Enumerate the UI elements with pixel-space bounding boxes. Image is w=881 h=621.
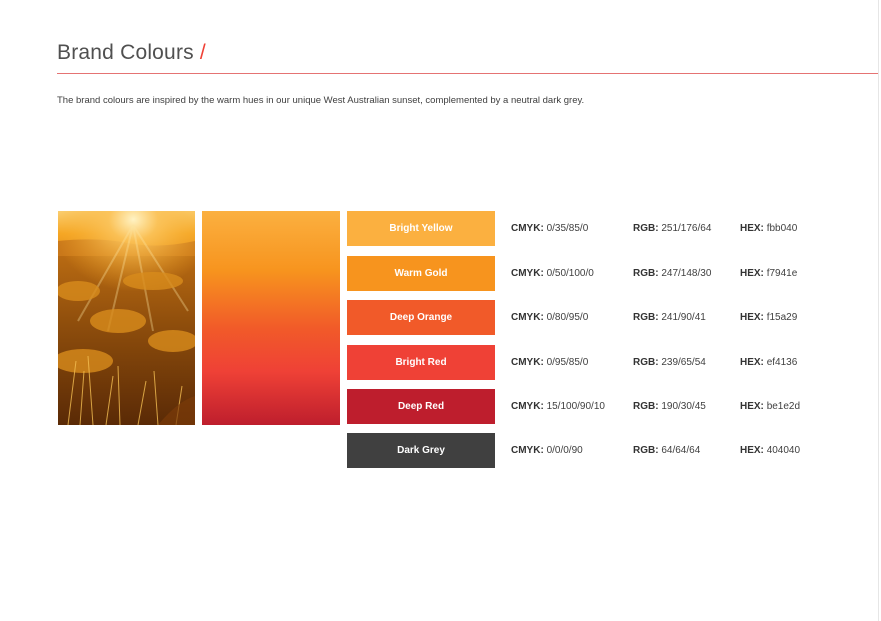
rgb-text: 251/176/64 [661, 223, 712, 234]
colour-swatch: Bright Yellow [347, 211, 495, 246]
hex-label: HEX: [740, 312, 764, 323]
cmyk-text: 0/0/0/90 [546, 445, 583, 456]
cmyk-label: CMYK: [511, 357, 544, 368]
cmyk-text: 0/80/95/0 [546, 312, 589, 323]
hex-text: f7941e [766, 268, 798, 279]
colour-swatch: Dark Grey [347, 433, 495, 468]
hex-value: HEX: be1e2d [740, 401, 800, 412]
rgb-text: 241/90/41 [661, 312, 706, 323]
cmyk-value: CMYK: 0/50/100/0 [511, 268, 594, 279]
colour-swatch: Deep Red [347, 389, 495, 424]
rgb-text: 190/30/45 [661, 401, 706, 412]
swatch-name: Warm Gold [394, 268, 448, 279]
intro-text: The brand colours are inspired by the wa… [57, 95, 585, 106]
swatch-name: Deep Red [397, 401, 445, 412]
hex-text: be1e2d [766, 401, 801, 412]
rgb-text: 64/64/64 [661, 445, 701, 456]
cmyk-label: CMYK: [511, 445, 544, 456]
hex-value: HEX: fbb040 [740, 223, 797, 234]
cmyk-label: CMYK: [511, 223, 544, 234]
rgb-value: RGB: 241/90/41 [633, 312, 706, 323]
rgb-value: RGB: 64/64/64 [633, 445, 700, 456]
hex-label: HEX: [740, 401, 764, 412]
sunset-gradient-strip [202, 211, 340, 425]
cmyk-text: 15/100/90/10 [546, 401, 605, 412]
swatch-name: Dark Grey [397, 445, 445, 456]
title-slash: / [199, 41, 206, 64]
hex-value: HEX: ef4136 [740, 357, 797, 368]
colour-swatch: Deep Orange [347, 300, 495, 335]
hex-text: f15a29 [766, 312, 798, 323]
hex-value: HEX: 404040 [740, 445, 800, 456]
colour-swatch: Warm Gold [347, 256, 495, 291]
hex-text: ef4136 [766, 357, 798, 368]
hex-text: 404040 [766, 445, 801, 456]
rgb-label: RGB: [633, 312, 659, 323]
swatch-name: Bright Red [395, 357, 447, 368]
cmyk-value: CMYK: 0/0/0/90 [511, 445, 583, 456]
rgb-text: 239/65/54 [661, 357, 706, 368]
cmyk-value: CMYK: 0/80/95/0 [511, 312, 588, 323]
cmyk-value: CMYK: 0/35/85/0 [511, 223, 588, 234]
hex-label: HEX: [740, 357, 764, 368]
hex-value: HEX: f15a29 [740, 312, 797, 323]
swatch-name: Bright Yellow [389, 223, 453, 234]
cmyk-label: CMYK: [511, 268, 544, 279]
rgb-value: RGB: 251/176/64 [633, 223, 711, 234]
hex-text: fbb040 [766, 223, 798, 234]
cmyk-text: 0/50/100/0 [546, 268, 594, 279]
rgb-label: RGB: [633, 401, 659, 412]
rgb-text: 247/148/30 [661, 268, 712, 279]
rgb-label: RGB: [633, 223, 659, 234]
swatch-name: Deep Orange [389, 312, 453, 323]
colour-swatch: Bright Red [347, 345, 495, 380]
page-title: Brand Colours / [57, 41, 206, 65]
hex-label: HEX: [740, 268, 764, 279]
page-edge-line [878, 0, 879, 621]
cmyk-value: CMYK: 15/100/90/10 [511, 401, 605, 412]
rgb-value: RGB: 190/30/45 [633, 401, 706, 412]
cmyk-value: CMYK: 0/95/85/0 [511, 357, 588, 368]
hex-label: HEX: [740, 445, 764, 456]
cmyk-text: 0/95/85/0 [546, 357, 589, 368]
rgb-label: RGB: [633, 357, 659, 368]
rgb-label: RGB: [633, 445, 659, 456]
rgb-value: RGB: 239/65/54 [633, 357, 706, 368]
cmyk-label: CMYK: [511, 401, 544, 412]
hex-label: HEX: [740, 223, 764, 234]
hex-value: HEX: f7941e [740, 268, 797, 279]
cmyk-label: CMYK: [511, 312, 544, 323]
rgb-value: RGB: 247/148/30 [633, 268, 711, 279]
sunset-landscape-photo [58, 211, 195, 425]
title-text: Brand Colours [57, 41, 194, 64]
cmyk-text: 0/35/85/0 [546, 223, 589, 234]
title-divider [57, 73, 878, 74]
rgb-label: RGB: [633, 268, 659, 279]
